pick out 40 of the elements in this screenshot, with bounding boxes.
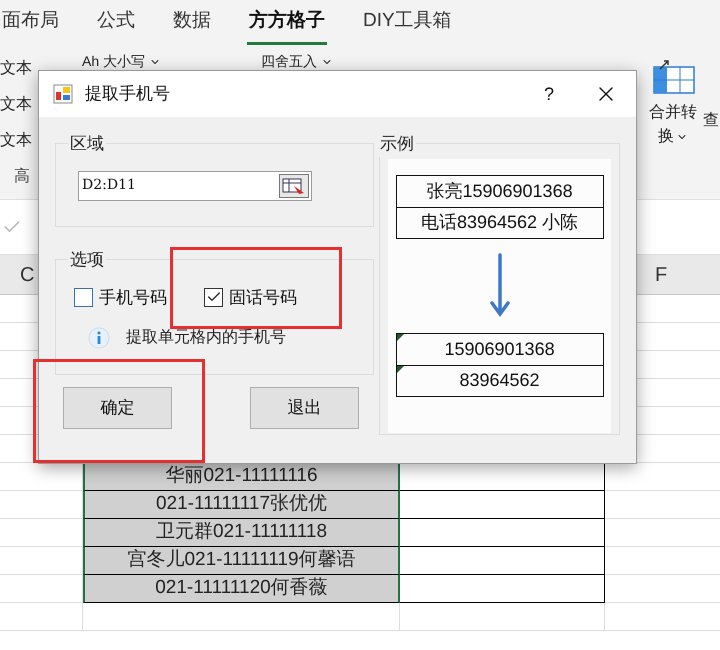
merge-button[interactable]: 合并转 换 bbox=[649, 59, 697, 199]
dialog-button[interactable]: 退出 bbox=[250, 387, 359, 429]
table-cell: 021-11111117张优优 bbox=[83, 491, 400, 519]
range-field[interactable]: D2:D11 bbox=[78, 170, 312, 200]
case-button[interactable]: Ah 大小写 bbox=[82, 51, 162, 72]
example-cell-text: 张亮15906901368 bbox=[425, 180, 574, 202]
help-button[interactable]: ? bbox=[536, 80, 562, 108]
table-cell: 宫冬儿021-11111119何馨语 bbox=[83, 547, 400, 575]
ribbon-tab[interactable]: 数据 bbox=[171, 0, 213, 45]
info-icon bbox=[88, 327, 110, 349]
table-cell: 卫元群021-11111118 bbox=[83, 519, 400, 547]
checkbox[interactable] bbox=[204, 288, 223, 307]
ribbon-item[interactable]: 查 bbox=[703, 109, 719, 199]
group-label: 示例 bbox=[379, 133, 416, 155]
window-title: 提取手机号 bbox=[85, 83, 170, 106]
dialog-button[interactable]: 确定 bbox=[63, 387, 172, 429]
app-icon bbox=[53, 84, 73, 104]
checkbox-label: 手机号码 bbox=[99, 286, 167, 308]
info-text: 提取单元格内的手机号 bbox=[126, 328, 286, 348]
range-picker-icon[interactable] bbox=[279, 174, 309, 198]
group-label: 高 bbox=[13, 166, 31, 187]
group-label: 区域 bbox=[69, 133, 105, 155]
ribbon-tab[interactable]: 面布局 bbox=[0, 0, 61, 45]
group-label: 选项 bbox=[69, 249, 105, 271]
column-header: C bbox=[20, 262, 34, 288]
ribbon-item[interactable]: 文本 bbox=[0, 57, 38, 81]
ribbon-tab[interactable]: DIY工具箱 bbox=[361, 0, 454, 45]
table-cell: 021-11111120何香薇 bbox=[83, 575, 400, 603]
example-cell: 15906901368 bbox=[396, 334, 603, 364]
table-cell: 华丽021-11111116 bbox=[83, 463, 400, 491]
down-arrow-icon bbox=[490, 252, 510, 316]
checkbox-label: 固话号码 bbox=[229, 286, 297, 308]
ribbon-item[interactable]: 文本 bbox=[0, 93, 38, 117]
round-button[interactable]: 四舍五入 bbox=[261, 51, 334, 72]
example-cell: 电话83964562 小陈 bbox=[396, 206, 603, 238]
ribbon-tab[interactable]: 公式 bbox=[95, 0, 137, 45]
example-cell: 83964562 bbox=[396, 364, 603, 396]
checkbox[interactable] bbox=[74, 288, 93, 307]
ribbon-item[interactable]: 文本 bbox=[0, 129, 38, 153]
column-header: F bbox=[655, 262, 668, 288]
